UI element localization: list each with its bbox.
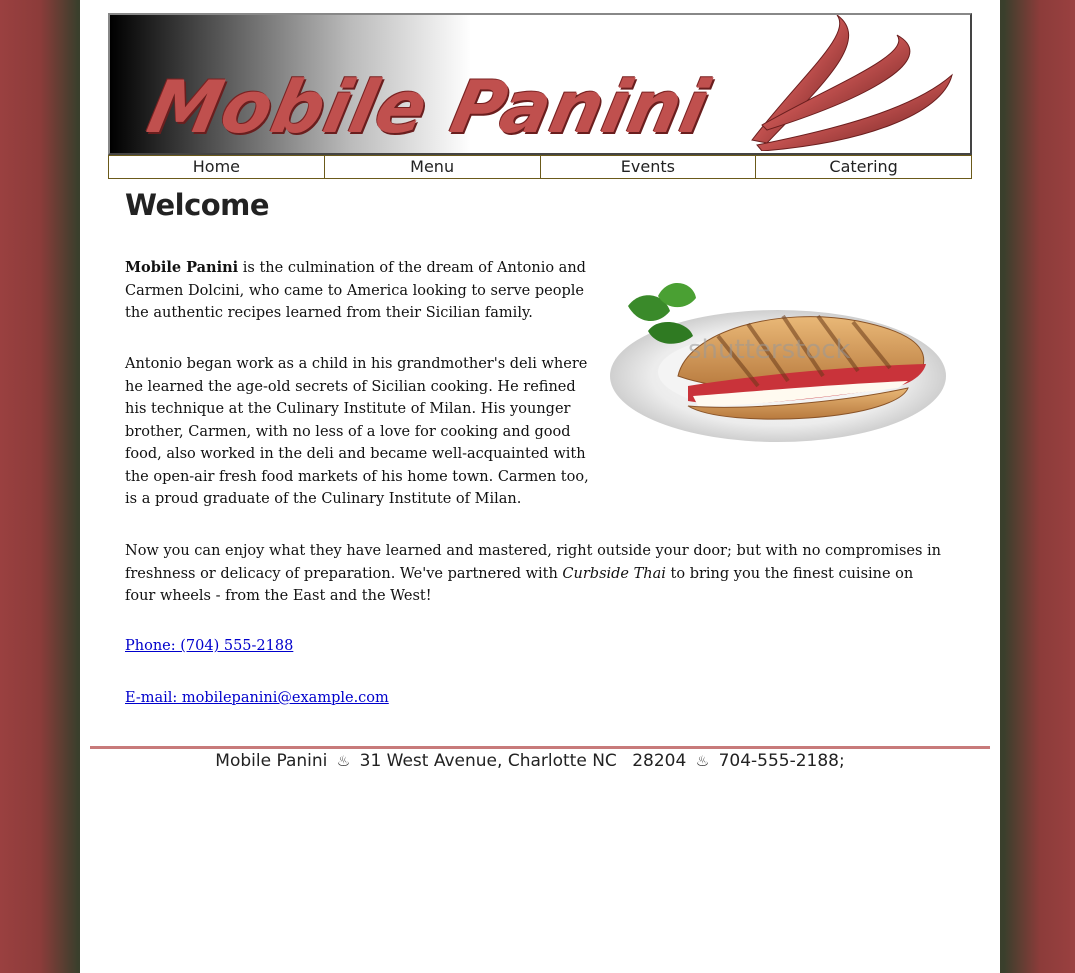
nav-events[interactable]: Events xyxy=(539,155,757,179)
page-title: Welcome xyxy=(125,188,270,222)
nav-menu[interactable]: Menu xyxy=(323,155,541,179)
brand-strong: Mobile Panini xyxy=(125,259,239,276)
footer-address: 31 West Avenue, Charlotte NC xyxy=(359,751,617,771)
curbside-thai-em: Curbside Thai xyxy=(562,565,666,582)
watermark-text: shutterstock xyxy=(688,335,851,365)
intro-paragraph: Mobile Panini is the culmination of the … xyxy=(125,257,595,325)
main-nav: Home Menu Events Catering xyxy=(108,155,972,179)
partnership-paragraph: Now you can enjoy what they have learned… xyxy=(125,540,945,608)
antonio-paragraph: Antonio began work as a child in his gra… xyxy=(125,356,589,507)
hot-beverage-icon: ♨ xyxy=(695,752,710,770)
banner: Mobile Panini xyxy=(108,13,972,155)
panini-photo: shutterstock xyxy=(608,236,946,458)
footer-divider xyxy=(90,746,990,749)
email-link[interactable]: E-mail: mobilepanini@example.com xyxy=(125,690,389,706)
nav-home[interactable]: Home xyxy=(108,155,325,179)
panini-illustration: shutterstock xyxy=(610,283,946,442)
nav-catering[interactable]: Catering xyxy=(755,155,972,179)
phone-link[interactable]: Phone: (704) 555-2188 xyxy=(125,638,293,654)
footer-phone: 704-555-2188; xyxy=(718,751,845,771)
swoosh-logo-icon xyxy=(751,15,953,151)
banner-logo-text: Mobile Panini xyxy=(141,65,717,149)
footer-zip: 28204 xyxy=(632,751,687,771)
footer-name: Mobile Panini xyxy=(215,751,328,771)
site-footer: Mobile Panini ♨ 31 West Avenue, Charlott… xyxy=(80,751,980,771)
page-wrapper: Mobile Panini Home Menu Events Catering … xyxy=(80,0,1000,973)
hot-beverage-icon: ♨ xyxy=(336,752,351,770)
